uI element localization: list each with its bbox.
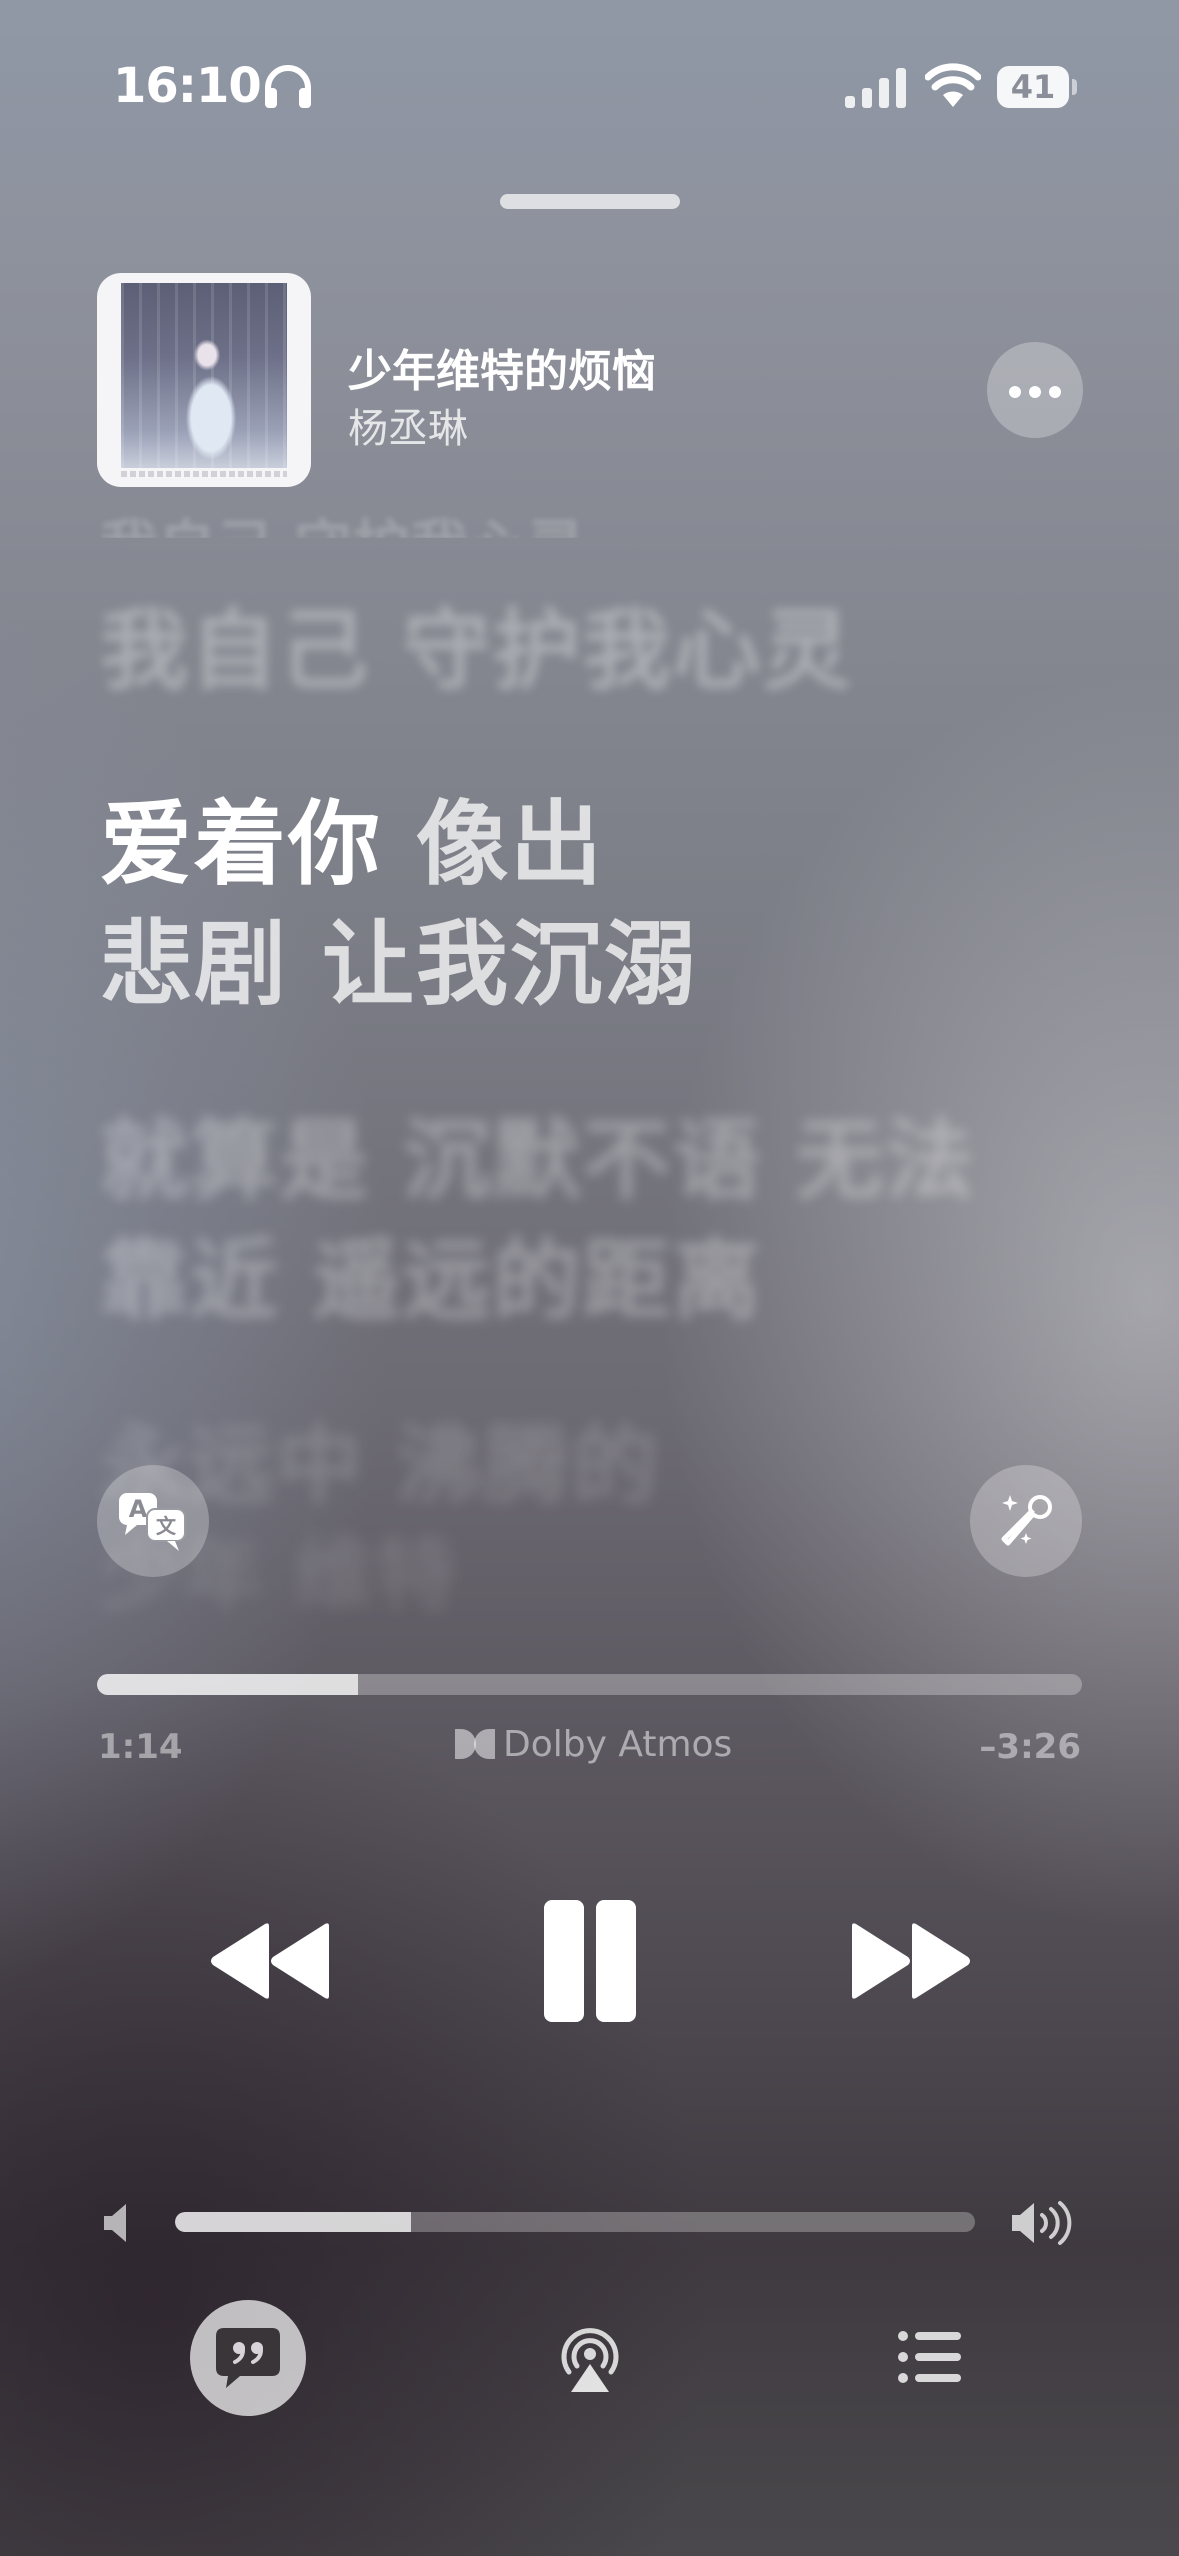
song-title[interactable]: 少年维特的烦恼 — [348, 335, 656, 399]
lyric-upcoming-words: 像出 — [382, 791, 605, 898]
audio-format-label: Dolby Atmos — [503, 1723, 733, 1765]
quote-bubble-icon — [216, 2328, 280, 2388]
song-artist[interactable]: 杨丞琳 — [348, 396, 468, 454]
previous-track-button[interactable] — [207, 1920, 333, 2002]
album-artwork[interactable] — [97, 273, 311, 487]
svg-text:A: A — [129, 1495, 148, 1523]
lyric-line-current-continued[interactable]: 悲剧 让我沉溺 — [100, 890, 698, 1023]
cellular-signal-icon — [845, 68, 906, 108]
volume-slider[interactable] — [175, 2212, 975, 2232]
pause-button[interactable] — [540, 1900, 640, 2022]
translate-icon: A 文 — [119, 1493, 186, 1551]
volume-high-icon — [1012, 2201, 1072, 2245]
lyric-line[interactable]: 我自己 守护我心灵 — [100, 500, 584, 538]
next-track-button[interactable] — [848, 1920, 974, 2002]
volume-fill — [175, 2212, 411, 2232]
volume-low-icon — [104, 2204, 126, 2242]
sheet-grabber[interactable] — [500, 194, 680, 209]
lyric-line-previous[interactable]: 我自己 守护我心灵 — [100, 580, 853, 707]
wifi-icon — [925, 63, 981, 107]
status-time: 16:10 — [113, 58, 262, 114]
microphone-sparkle-icon — [1001, 1495, 1052, 1546]
battery-icon: 41 — [997, 66, 1077, 108]
lyric-line-next[interactable]: 就算是 沉默不语 无法 — [100, 1090, 975, 1217]
headphones-icon — [265, 65, 311, 108]
sing-along-button[interactable] — [970, 1465, 1082, 1577]
airplay-icon[interactable] — [555, 2326, 625, 2394]
playback-progress-slider[interactable] — [97, 1674, 1082, 1695]
battery-level: 41 — [1010, 68, 1056, 106]
lyrics-button[interactable] — [190, 2300, 306, 2416]
playing-next-queue-icon[interactable] — [897, 2330, 963, 2384]
lyric-active-words: 爱着你 — [100, 791, 383, 898]
dolby-atmos-badge[interactable]: Dolby Atmos — [455, 1722, 732, 1766]
dolby-logo-icon — [455, 1729, 495, 1759]
elapsed-time: 1:14 — [98, 1727, 183, 1767]
remaining-time: –3:26 — [979, 1727, 1081, 1767]
more-options-button[interactable] — [987, 342, 1083, 438]
playback-progress-fill — [97, 1674, 359, 1695]
svg-text:文: 文 — [156, 1514, 177, 1538]
translate-lyrics-button[interactable]: A 文 — [97, 1465, 209, 1577]
lyric-line-current[interactable]: 爱着你 像出 — [100, 770, 604, 903]
lyric-line-next[interactable]: 靠近 遥远的距离 — [100, 1210, 763, 1337]
